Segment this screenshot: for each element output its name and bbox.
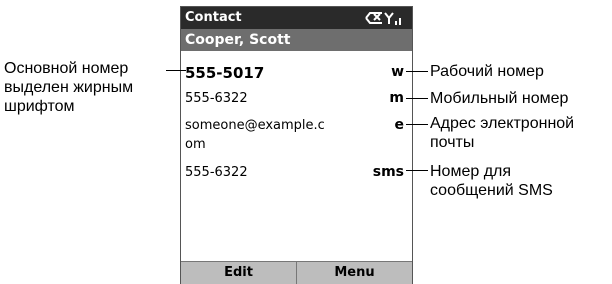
entry-row-work[interactable]: 555-5017 w [181, 62, 412, 84]
work-number: 555-5017 [185, 64, 265, 82]
email-line-1: someone@example.c [185, 118, 325, 133]
callout-primary-line-2: выделен жирным [4, 79, 134, 96]
leader-line-email [406, 124, 428, 125]
title-bar: Contact [181, 7, 412, 29]
mobile-number: 555-6322 [185, 91, 248, 106]
callout-email-line-2: почты [430, 134, 475, 151]
callout-email-line-1: Адрес электронной [430, 115, 575, 132]
callout-sms: Номер для сообщений SMS [430, 162, 553, 200]
mobile-type-label: m [389, 90, 404, 106]
app-title: Contact [185, 10, 242, 25]
leader-line-mobile [406, 98, 428, 99]
callout-sms-line-1: Номер для [430, 163, 512, 180]
contact-name-bar: Cooper, Scott [181, 29, 412, 51]
edit-softkey[interactable]: Edit [181, 262, 297, 284]
callout-email: Адрес электронной почты [430, 114, 574, 152]
signal-icon [360, 8, 406, 28]
entry-row-sms[interactable]: 555-6322 sms [181, 162, 412, 184]
callout-sms-line-2: сообщений SMS [430, 182, 553, 199]
phone-screen: Contact Cooper, Scott 555-5017 w 555-632… [180, 6, 413, 284]
contact-name: Cooper, Scott [185, 32, 291, 48]
callout-primary-number: Основной номер выделен жирным шрифтом [4, 59, 133, 116]
entry-row-mobile[interactable]: 555-6322 m [181, 88, 412, 110]
entry-row-email[interactable]: someone@example.c om e [181, 114, 412, 154]
work-type-label: w [391, 64, 404, 80]
callout-mobile: Мобильный номер [430, 90, 569, 107]
callout-primary-line-1: Основной номер [4, 60, 129, 77]
email-type-label: e [394, 117, 405, 133]
callout-work: Рабочий номер [430, 63, 544, 80]
sms-number: 555-6322 [185, 165, 248, 180]
email-line-2: om [185, 137, 206, 152]
leader-line-primary [166, 70, 186, 71]
softkey-bar: Edit Menu [181, 261, 412, 284]
sms-type-label: sms [372, 164, 404, 180]
leader-line-sms [406, 170, 428, 171]
callout-primary-line-3: шрифтом [4, 98, 75, 115]
menu-softkey[interactable]: Menu [297, 262, 412, 284]
leader-line-work [406, 71, 428, 72]
